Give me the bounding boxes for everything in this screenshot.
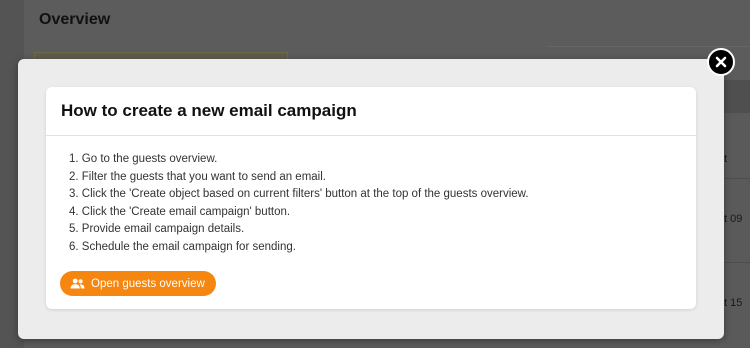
step-item: 2. Filter the guests that you want to se…: [69, 170, 326, 183]
modal-title: How to create a new email campaign: [61, 101, 357, 120]
users-icon: [70, 278, 85, 289]
open-guests-overview-label: Open guests overview: [91, 277, 205, 290]
background-table-cell: t 09: [724, 213, 743, 225]
background-table-header-label: t: [724, 153, 728, 165]
background-table-header: [724, 80, 750, 113]
background-divider: [548, 46, 750, 47]
step-item: 3. Click the 'Create object based on cur…: [69, 188, 529, 200]
help-card: How to create a new email campaign 1. Go…: [46, 87, 696, 309]
step-item: 1. Go to the guests overview.: [69, 153, 218, 165]
page-title: Overview: [39, 11, 111, 28]
close-icon: [715, 56, 727, 68]
help-modal: How to create a new email campaign 1. Go…: [18, 59, 724, 339]
steps-list: 1. Go to the guests overview. 2. Filter …: [46, 136, 696, 256]
close-button[interactable]: [707, 48, 735, 76]
step-item: 6. Schedule the email campaign for sendi…: [69, 240, 296, 253]
open-guests-overview-button[interactable]: Open guests overview: [60, 271, 216, 296]
card-header: How to create a new email campaign: [46, 87, 696, 136]
step-item: 4. Click the 'Create email campaign' but…: [69, 205, 291, 218]
background-table-row-divider: [724, 262, 750, 263]
step-item: 5. Provide email campaign details.: [69, 223, 245, 235]
background-table-row-divider: [724, 178, 750, 179]
background-table-cell: t 15: [724, 297, 743, 309]
